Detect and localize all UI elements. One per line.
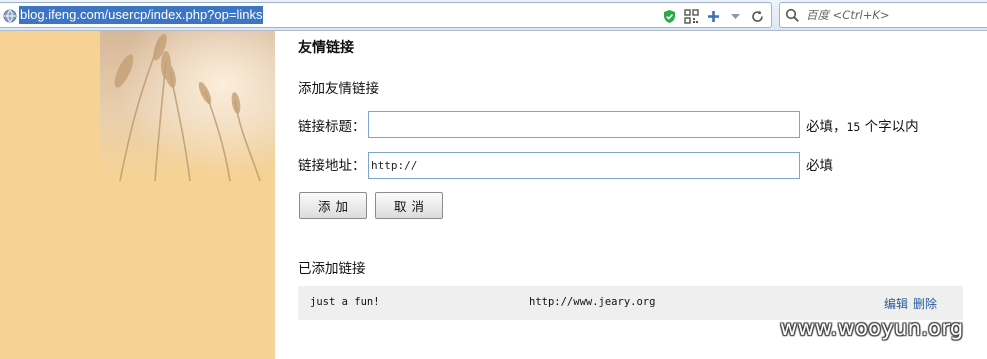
link-name: just a fun! (310, 296, 380, 308)
add-button[interactable]: 添加 (299, 192, 367, 219)
qr-code-icon[interactable] (684, 8, 699, 24)
page-title: 友情链接 (298, 40, 354, 56)
link-url: http://www.jeary.org (529, 296, 656, 308)
globe-icon (3, 8, 17, 23)
address-bar[interactable]: blog.ifeng.com/usercp/index.php?op=links (0, 2, 772, 28)
browser-toolbar: blog.ifeng.com/usercp/index.php?op=links… (0, 0, 987, 31)
header-photo (100, 31, 275, 181)
cancel-button[interactable]: 取消 (375, 192, 443, 219)
link-url-input[interactable] (368, 152, 800, 179)
link-title-input[interactable] (368, 111, 800, 138)
link-title-label: 链接标题： (298, 119, 366, 135)
search-placeholder: 百度 <Ctrl+K> (806, 8, 890, 22)
refresh-icon[interactable] (750, 9, 765, 24)
search-bar[interactable]: 百度 <Ctrl+K> (779, 2, 987, 28)
watermark: www.wooyun.org (780, 316, 964, 340)
link-title-hint-suffix: 个字以内 (860, 119, 919, 135)
main-content: 友情链接 添加友情链接 链接标题： 必填，15 个字以内 链接地址： 必填 添加… (275, 31, 987, 359)
delete-link[interactable]: 删除 (913, 295, 937, 312)
added-links-heading: 已添加链接 (298, 261, 366, 277)
link-title-hint: 必填，15 个字以内 (806, 118, 919, 136)
edit-link[interactable]: 编辑 (884, 295, 908, 312)
address-bar-url[interactable]: blog.ifeng.com/usercp/index.php?op=links (19, 6, 264, 24)
search-icon[interactable] (785, 8, 800, 23)
add-link-heading: 添加友情链接 (298, 81, 379, 97)
link-title-hint-prefix: 必填， (806, 119, 847, 135)
list-item: just a fun! http://www.jeary.org 编辑 删除 (298, 286, 963, 320)
link-url-label: 链接地址： (298, 158, 366, 174)
dropdown-arrow-icon[interactable] (728, 9, 743, 24)
plus-icon[interactable] (706, 9, 721, 24)
link-url-hint: 必填 (806, 158, 833, 174)
link-title-hint-number: 15 (846, 120, 861, 134)
shield-check-icon[interactable] (662, 9, 677, 24)
